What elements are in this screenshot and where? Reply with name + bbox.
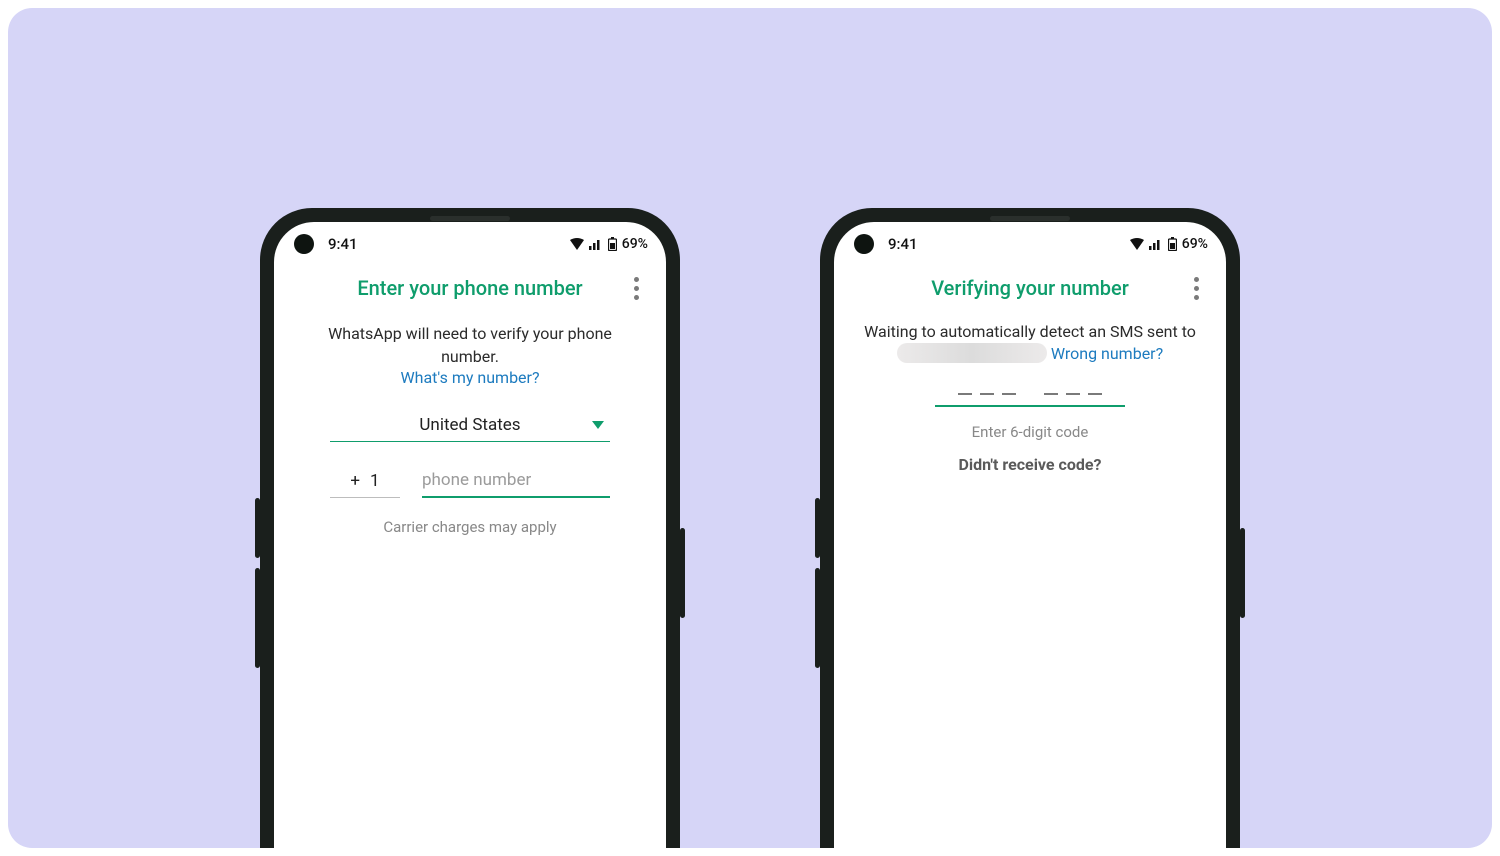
status-bar: 9:41 69% bbox=[274, 222, 666, 266]
camera-icon bbox=[854, 234, 874, 254]
page-title: Verifying your number bbox=[850, 276, 1210, 300]
content-right: Waiting to automatically detect an SMS s… bbox=[834, 306, 1226, 474]
chevron-down-icon bbox=[592, 421, 604, 429]
code-digit bbox=[1088, 393, 1102, 395]
whats-my-number-link[interactable]: What's my number? bbox=[400, 368, 539, 387]
code-digit bbox=[980, 393, 994, 395]
wifi-icon bbox=[1130, 238, 1144, 250]
code-digit bbox=[1044, 393, 1058, 395]
volume-button bbox=[255, 568, 260, 668]
power-button bbox=[1240, 528, 1245, 618]
volume-button bbox=[255, 498, 260, 558]
phone-frame-right: 9:41 69% Verifying your number Waiting t… bbox=[820, 208, 1240, 848]
header: Enter your phone number bbox=[274, 266, 666, 306]
code-digit bbox=[1002, 393, 1016, 395]
country-selector[interactable]: United States bbox=[330, 409, 610, 442]
status-battery: 69% bbox=[622, 236, 648, 252]
verify-description: WhatsApp will need to verify your phone … bbox=[298, 322, 642, 368]
status-time: 9:41 bbox=[328, 235, 358, 253]
phone-frame-left: 9:41 69% Enter your phone number WhatsAp… bbox=[260, 208, 680, 848]
status-battery: 69% bbox=[1182, 236, 1208, 252]
battery-icon bbox=[1168, 237, 1177, 251]
status-time: 9:41 bbox=[888, 235, 918, 253]
code-digit bbox=[1066, 393, 1080, 395]
cc-prefix: + bbox=[350, 471, 360, 491]
phone-input-wrap bbox=[422, 464, 610, 498]
camera-icon bbox=[294, 234, 314, 254]
country-code-input[interactable]: + 1 bbox=[330, 465, 400, 498]
page-title: Enter your phone number bbox=[290, 276, 650, 300]
phone-speaker bbox=[990, 216, 1070, 221]
signal-icon bbox=[1149, 238, 1163, 250]
screen-right: 9:41 69% Verifying your number Waiting t… bbox=[834, 222, 1226, 848]
header: Verifying your number bbox=[834, 266, 1226, 306]
phone-entry-row: + 1 bbox=[330, 464, 610, 498]
more-options-icon[interactable] bbox=[1184, 274, 1208, 302]
redacted-number bbox=[897, 343, 1047, 363]
battery-icon bbox=[608, 237, 617, 251]
canvas: 9:41 69% Enter your phone number WhatsAp… bbox=[8, 8, 1492, 848]
phone-speaker bbox=[430, 216, 510, 221]
code-digit bbox=[958, 393, 972, 395]
phone-number-input[interactable] bbox=[422, 470, 610, 490]
cc-value: 1 bbox=[370, 471, 380, 491]
waiting-description: Waiting to automatically detect an SMS s… bbox=[858, 322, 1202, 341]
wifi-icon bbox=[570, 238, 584, 250]
signal-icon bbox=[589, 238, 603, 250]
volume-button bbox=[815, 568, 820, 668]
country-label: United States bbox=[330, 415, 610, 435]
didnt-receive-link[interactable]: Didn't receive code? bbox=[858, 455, 1202, 474]
more-options-icon[interactable] bbox=[624, 274, 648, 302]
carrier-note: Carrier charges may apply bbox=[298, 518, 642, 536]
wrong-number-link[interactable]: Wrong number? bbox=[1051, 344, 1163, 363]
status-bar: 9:41 69% bbox=[834, 222, 1226, 266]
code-input[interactable] bbox=[935, 389, 1125, 407]
content-left: WhatsApp will need to verify your phone … bbox=[274, 306, 666, 536]
power-button bbox=[680, 528, 685, 618]
screen-left: 9:41 69% Enter your phone number WhatsAp… bbox=[274, 222, 666, 848]
volume-button bbox=[815, 498, 820, 558]
code-hint: Enter 6-digit code bbox=[858, 423, 1202, 441]
